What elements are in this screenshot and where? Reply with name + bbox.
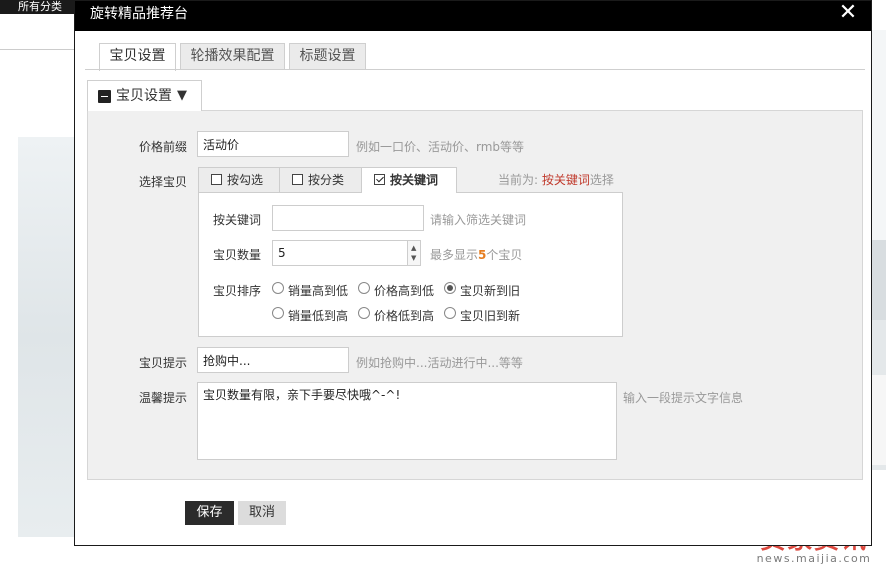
tab-by-keyword[interactable]: 按关键词 bbox=[361, 167, 457, 193]
recommend-settings-dialog: 旋转精品推荐台 ✕ 宝贝设置 轮播效果配置 标题设置 宝贝设置 ▼ 价格前缀 例… bbox=[74, 0, 872, 546]
sort-radio-sales-asc[interactable] bbox=[272, 307, 284, 319]
dialog-header: 旋转精品推荐台 ✕ bbox=[75, 1, 871, 31]
current-selection-info: 当前为: 按关键词选择 bbox=[498, 171, 614, 188]
watermark-url: news.maijia.com bbox=[756, 552, 872, 565]
dialog-title: 旋转精品推荐台 bbox=[90, 6, 188, 22]
keyword-hint: 请输入筛选关键词 bbox=[430, 213, 527, 227]
tabs-divider bbox=[85, 69, 865, 70]
item-count-hint-suffix: 个宝贝 bbox=[486, 248, 523, 262]
sort-radio-old-to-new[interactable] bbox=[444, 307, 456, 319]
keyword-input[interactable] bbox=[272, 205, 424, 231]
checkbox-icon bbox=[292, 174, 303, 185]
caret-down-icon: ▼ bbox=[177, 88, 187, 103]
warm-tip-textarea[interactable]: 宝贝数量有限，亲下手要尽快哦^-^! bbox=[197, 382, 617, 460]
sort-option-label: 宝贝旧到新 bbox=[460, 309, 521, 323]
sort-radio-price-desc[interactable] bbox=[358, 282, 370, 294]
price-prefix-hint: 例如一口价、活动价、rmb等等 bbox=[356, 140, 525, 154]
tab-by-category[interactable]: 按分类 bbox=[279, 167, 362, 192]
select-item-label: 选择宝贝 bbox=[139, 175, 188, 189]
current-selection-prefix: 当前为: bbox=[498, 173, 539, 187]
tab-by-category-label: 按分类 bbox=[308, 173, 345, 187]
stepper-up-icon[interactable]: ▲ bbox=[411, 244, 416, 252]
all-categories-menu[interactable]: 所有分类 bbox=[0, 0, 74, 14]
price-prefix-label: 价格前缀 bbox=[139, 140, 188, 154]
stepper-down-icon[interactable]: ▼ bbox=[411, 254, 416, 262]
sort-radio-sales-desc[interactable] bbox=[272, 282, 284, 294]
cancel-button[interactable]: 取消 bbox=[238, 501, 286, 525]
section-toggle-item-settings[interactable]: 宝贝设置 ▼ bbox=[87, 80, 202, 111]
background-image-panel bbox=[18, 137, 76, 537]
section-label: 宝贝设置 bbox=[116, 88, 172, 104]
item-tip-hint: 例如抢购中...活动进行中...等等 bbox=[356, 356, 523, 370]
sort-radio-price-asc[interactable] bbox=[358, 307, 370, 319]
tab-carousel-effect[interactable]: 轮播效果配置 bbox=[180, 43, 285, 70]
checkbox-icon bbox=[211, 174, 222, 185]
warm-tip-hint: 输入一段提示文字信息 bbox=[623, 391, 744, 405]
warm-tip-label: 温馨提示 bbox=[139, 391, 188, 405]
tab-by-keyword-label: 按关键词 bbox=[390, 173, 439, 187]
item-count-hint-prefix: 最多显示 bbox=[430, 248, 479, 262]
collapse-minus-icon bbox=[98, 90, 111, 103]
current-selection-value: 按关键词 bbox=[541, 173, 590, 187]
sort-option-label: 销量高到低 bbox=[288, 284, 349, 298]
keyword-filter-box: 按关键词 请输入筛选关键词 宝贝数量 ▲ ▼ 最多显示5个宝贝 宝贝排序 销量高… bbox=[198, 192, 623, 337]
keyword-label: 按关键词 bbox=[213, 213, 262, 227]
save-button[interactable]: 保存 bbox=[185, 501, 234, 525]
price-prefix-input[interactable] bbox=[197, 131, 349, 157]
current-selection-suffix: 选择 bbox=[589, 173, 614, 187]
checkbox-checked-icon bbox=[374, 174, 385, 185]
sort-option-label: 价格低到高 bbox=[374, 309, 435, 323]
item-count-label: 宝贝数量 bbox=[213, 248, 262, 262]
sort-label: 宝贝排序 bbox=[213, 284, 262, 298]
item-count-hint: 最多显示5个宝贝 bbox=[430, 246, 522, 263]
close-icon[interactable]: ✕ bbox=[837, 2, 859, 25]
tab-item-settings[interactable]: 宝贝设置 bbox=[99, 43, 176, 71]
item-count-stepper[interactable]: ▲ ▼ bbox=[407, 241, 420, 265]
sort-option-label: 宝贝新到旧 bbox=[460, 284, 521, 298]
sort-option-label: 价格高到低 bbox=[374, 284, 435, 298]
background-right-strip bbox=[872, 30, 886, 470]
item-tip-label: 宝贝提示 bbox=[139, 356, 188, 370]
item-settings-panel: 价格前缀 例如一口价、活动价、rmb等等 选择宝贝 按勾选 按分类 按关键词 当… bbox=[87, 110, 863, 480]
tab-by-checkbox-label: 按勾选 bbox=[227, 173, 264, 187]
sort-radio-new-to-old[interactable] bbox=[444, 282, 456, 294]
item-tip-input[interactable] bbox=[197, 347, 349, 373]
sort-option-label: 销量低到高 bbox=[288, 309, 349, 323]
tab-by-checkbox[interactable]: 按勾选 bbox=[198, 167, 280, 192]
item-count-input[interactable] bbox=[272, 240, 421, 266]
tab-title-settings[interactable]: 标题设置 bbox=[289, 43, 366, 70]
